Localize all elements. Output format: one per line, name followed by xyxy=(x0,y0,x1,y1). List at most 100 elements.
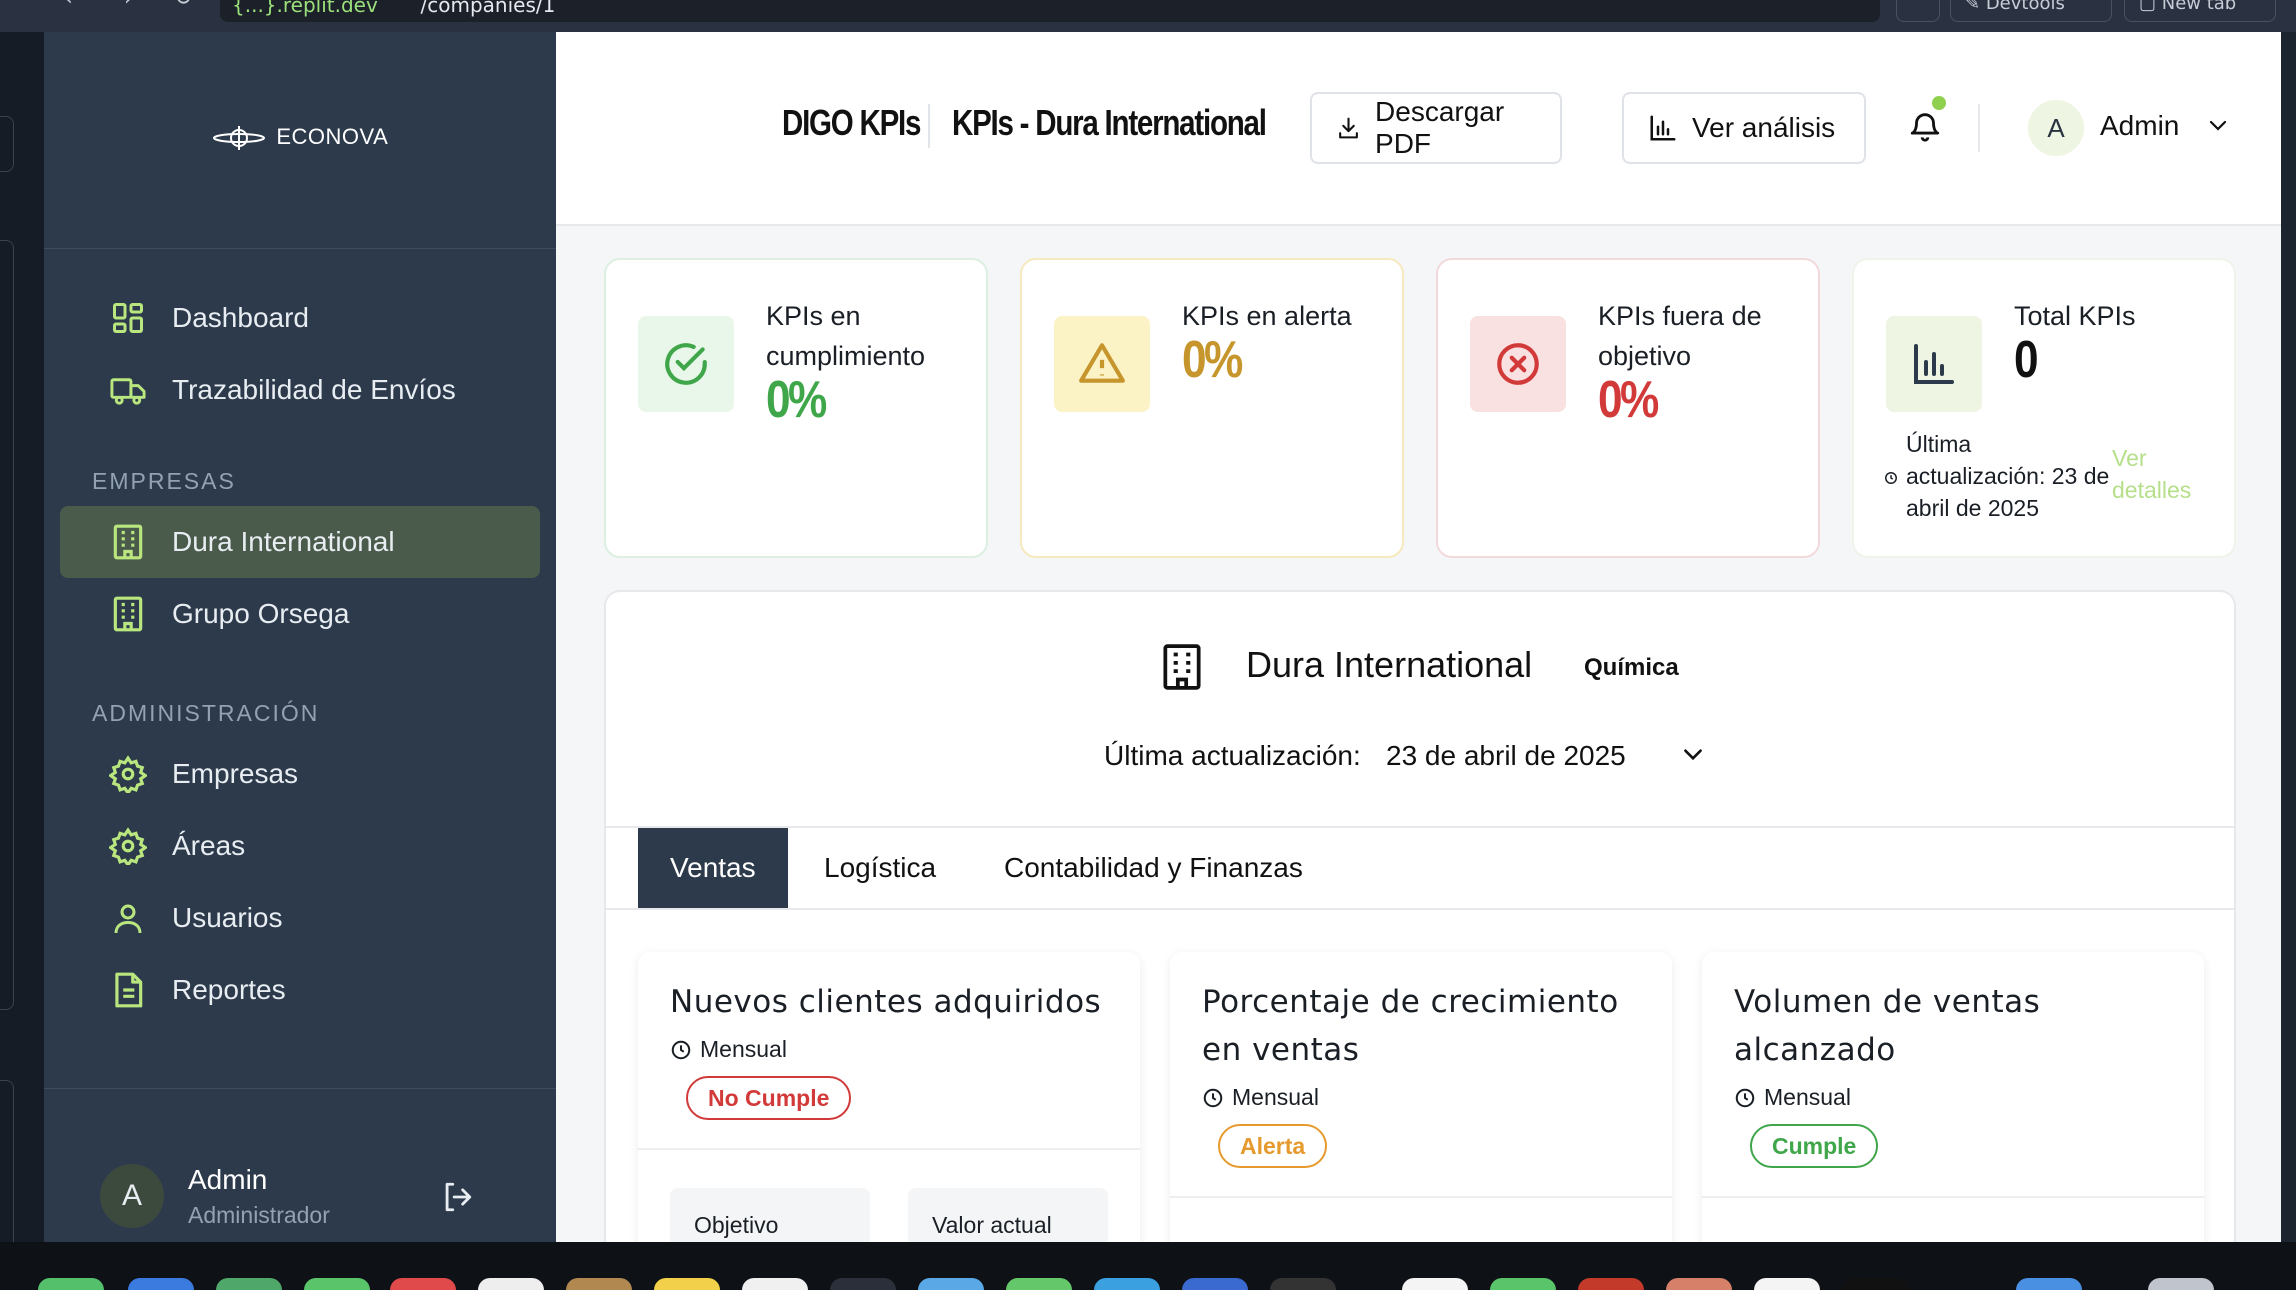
dock-app-icon[interactable] xyxy=(38,1278,104,1290)
dock-app-icon[interactable] xyxy=(2016,1278,2082,1290)
chevron-down-icon[interactable] xyxy=(1680,744,1706,770)
document-icon xyxy=(108,970,148,1010)
view-details-link[interactable]: Ver detalles xyxy=(2112,442,2212,506)
card-divider xyxy=(1702,1196,2204,1198)
kpi-detail-card[interactable]: Volumen de ventas alcanzado Mensual Cump… xyxy=(1702,952,2204,1242)
window-edge xyxy=(0,1080,14,1262)
reload-icon[interactable]: ↻ xyxy=(174,0,192,11)
sidebar-item-reportes[interactable]: Reportes xyxy=(60,954,540,1026)
kpi-frequency: Mensual xyxy=(1734,1084,1851,1111)
kpi-card-compliance: KPIs en cumplimiento 0% xyxy=(604,258,988,558)
bell-icon[interactable] xyxy=(1908,108,1942,148)
user-role: Administrador xyxy=(188,1202,330,1228)
logo-text: ECONOVA xyxy=(276,124,389,149)
sidebar-item-shipments[interactable]: Trazabilidad de Envíos xyxy=(60,354,540,426)
tab-ventas[interactable]: Ventas xyxy=(638,828,788,908)
dock-app-icon[interactable] xyxy=(1402,1278,1468,1290)
dock-app-icon[interactable] xyxy=(1094,1278,1160,1290)
window-edge xyxy=(0,116,14,172)
kpi-card-title: Volumen de ventas alcanzado xyxy=(1734,984,2041,1068)
sidebar-item-usuarios[interactable]: Usuarios xyxy=(60,882,540,954)
user-menu-name[interactable]: Admin xyxy=(2100,110,2179,142)
section-label-administracion: ADMINISTRACIÓN xyxy=(92,700,320,726)
dock-app-icon[interactable] xyxy=(918,1278,984,1290)
econova-logo[interactable]: ECONOVA xyxy=(44,124,556,152)
check-circle-icon xyxy=(638,316,734,412)
dock-app-icon[interactable] xyxy=(478,1278,544,1290)
kpi-frequency: Mensual xyxy=(1202,1084,1319,1111)
dock-app-icon[interactable] xyxy=(1182,1278,1248,1290)
dock-app-icon[interactable] xyxy=(128,1278,194,1290)
sidebar-divider xyxy=(44,248,556,249)
clock-icon xyxy=(671,1040,691,1059)
sidebar-item-label: Reportes xyxy=(172,974,286,1005)
layout-grid-icon xyxy=(108,298,148,338)
avatar[interactable]: A xyxy=(2028,100,2084,156)
dock-app-icon[interactable] xyxy=(654,1278,720,1290)
back-icon[interactable]: ‹ xyxy=(64,0,73,11)
kpi-card-off-target: KPIs fuera de objetivo 0% xyxy=(1436,258,1820,558)
sidebar-item-grupo-orsega[interactable]: Grupo Orsega xyxy=(60,578,540,650)
sidebar-item-label: Dura International xyxy=(172,526,395,557)
dock-app-icon[interactable] xyxy=(304,1278,370,1290)
logo-icon xyxy=(212,126,265,151)
avatar: A xyxy=(100,1164,164,1228)
background-window xyxy=(0,32,44,1262)
dock-app-icon[interactable] xyxy=(2148,1278,2214,1290)
user-name: Admin xyxy=(188,1164,268,1195)
building-icon xyxy=(108,522,148,562)
logout-icon[interactable] xyxy=(440,1180,474,1218)
dock-app-icon[interactable] xyxy=(830,1278,896,1290)
view-analysis-button[interactable]: Ver análisis xyxy=(1622,92,1866,164)
frequency-label: Mensual xyxy=(700,1036,787,1062)
dock-app-icon[interactable] xyxy=(1578,1278,1644,1290)
sidebar-item-label: Trazabilidad de Envíos xyxy=(172,374,456,405)
tab-logistica[interactable]: Logística xyxy=(792,828,968,908)
tab-contabilidad-finanzas[interactable]: Contabilidad y Finanzas xyxy=(972,828,1335,908)
panel-divider xyxy=(606,908,2234,910)
extension-button[interactable] xyxy=(1896,0,1940,22)
dock-app-icon[interactable] xyxy=(742,1278,808,1290)
dock-app-icon[interactable] xyxy=(566,1278,632,1290)
dock-app-icon[interactable] xyxy=(1270,1278,1336,1290)
url-bar[interactable]: {...}.replit.dev /companies/1 xyxy=(220,0,1880,22)
sidebar-item-dashboard[interactable]: Dashboard xyxy=(60,282,540,354)
kpi-detail-card[interactable]: Porcentaje de crecimiento en ventas Mens… xyxy=(1170,952,1672,1242)
sidebar-item-label: Áreas xyxy=(172,830,246,861)
main-content: DIGO KPIs KPIs - Dura International Desc… xyxy=(556,32,2281,1242)
kpi-value: 0% xyxy=(766,371,827,429)
devtools-button[interactable]: ✎ Devtools xyxy=(1950,0,2112,22)
current-value-box: Valor actual xyxy=(908,1188,1108,1242)
company-panel: Dura International Química Última actual… xyxy=(604,590,2236,1242)
new-tab-button[interactable]: ▢ New tab xyxy=(2124,0,2276,22)
sidebar-item-label: Dashboard xyxy=(172,302,309,333)
building-icon xyxy=(108,594,148,634)
app-brand: DIGO KPIs xyxy=(782,102,921,143)
bar-chart-icon xyxy=(1886,316,1982,412)
dock-app-icon[interactable] xyxy=(1754,1278,1820,1290)
kpi-detail-card[interactable]: Nuevos clientes adquiridos Mensual No Cu… xyxy=(638,952,1140,1242)
status-badge: No Cumple xyxy=(686,1076,852,1120)
company-name: Dura International xyxy=(1246,644,1533,685)
current-value-label: Valor actual xyxy=(932,1212,1052,1238)
status-badge: Cumple xyxy=(1750,1124,1879,1168)
dock-app-icon[interactable] xyxy=(216,1278,282,1290)
sidebar-item-empresas[interactable]: Empresas xyxy=(60,738,540,810)
dock-app-icon[interactable] xyxy=(1490,1278,1556,1290)
dock xyxy=(0,1242,2296,1290)
forward-icon[interactable]: › xyxy=(124,0,133,11)
dock-app-icon[interactable] xyxy=(1666,1278,1732,1290)
chevron-down-icon[interactable] xyxy=(2206,116,2230,140)
dock-app-icon[interactable] xyxy=(1842,1278,1908,1290)
dock-app-icon[interactable] xyxy=(390,1278,456,1290)
sidebar-divider xyxy=(44,1088,556,1089)
status-badge: Alerta xyxy=(1218,1124,1328,1168)
truck-icon xyxy=(108,370,148,410)
page-title: KPIs - Dura International xyxy=(952,102,1267,143)
dock-app-icon[interactable] xyxy=(1006,1278,1072,1290)
sidebar-item-dura-international[interactable]: Dura International xyxy=(60,506,540,578)
sidebar: ECONOVA Dashboard Trazabilidad de Envíos… xyxy=(44,32,556,1242)
sidebar-item-areas[interactable]: Áreas xyxy=(60,810,540,882)
sidebar-user: A Admin Administrador xyxy=(44,1122,556,1242)
download-pdf-button[interactable]: Descargar PDF xyxy=(1310,92,1562,164)
